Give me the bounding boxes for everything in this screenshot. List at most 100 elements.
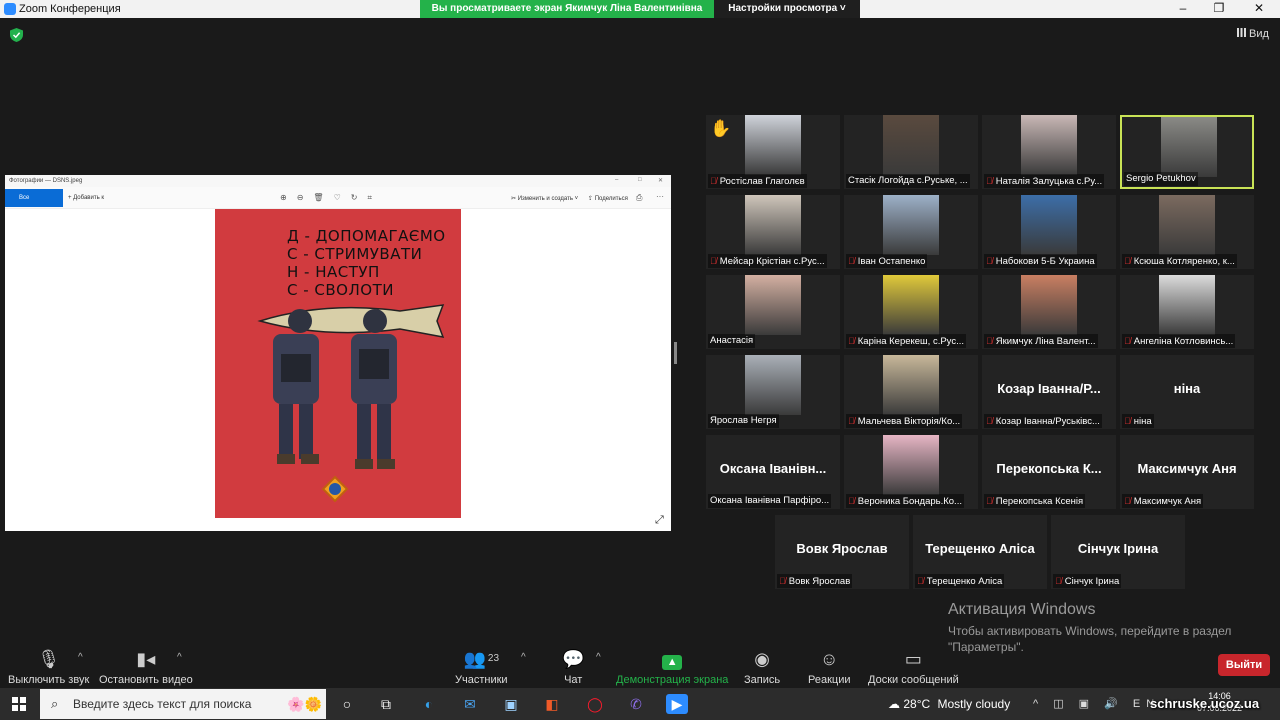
- participant-tile[interactable]: Козар Іванна/Р... 🎙̸ Козар Іванна/Руськівс…: [982, 355, 1116, 429]
- muted-mic-icon: 🎙̸: [986, 416, 993, 426]
- participant-video: [1021, 275, 1077, 335]
- temperature: 28°C: [903, 697, 931, 711]
- participant-name-bar: 🎙̸ Ангеліна Котловинсь...: [1122, 334, 1236, 348]
- cortana-icon[interactable]: ○: [336, 694, 358, 714]
- system-tray-icons[interactable]: ^ ◫ ▣ 🔊 EN: [1033, 697, 1160, 710]
- chat-options-caret[interactable]: ^: [596, 652, 601, 663]
- participant-tile[interactable]: 🎙̸ Ангеліна Котловинсь...: [1120, 275, 1254, 349]
- muted-mic-icon: 🎙̸: [710, 176, 717, 186]
- more-icon: ···: [656, 192, 664, 201]
- participant-tile[interactable]: Сінчук Ірина 🎙̸ Сінчук Ірина: [1051, 515, 1185, 589]
- participant-name: Ростіслав Глаголєв: [719, 176, 805, 187]
- participant-name: ніна: [1133, 416, 1152, 427]
- participant-name: Вероника Бондарь.Ко...: [857, 496, 962, 507]
- share-screen-button[interactable]: ▲ Демонстрация экрана: [616, 648, 728, 686]
- viber-icon[interactable]: ✆: [625, 694, 647, 714]
- shield-icon[interactable]: [10, 28, 23, 42]
- participant-name-bar: 🎙̸ Ростіслав Глаголєв: [708, 174, 807, 188]
- participant-name-bar: 🎙̸ Набокови 5-Б Украина: [984, 254, 1097, 268]
- participant-tile[interactable]: Ярослав Негря: [706, 355, 840, 429]
- activation-title: Активация Windows: [948, 601, 1096, 618]
- leave-button[interactable]: Выйти: [1218, 654, 1270, 676]
- participant-tile[interactable]: 🎙̸ Набокови 5-Б Украина: [982, 195, 1116, 269]
- video-options-caret[interactable]: ^: [177, 652, 182, 663]
- office-icon[interactable]: ◧: [541, 694, 563, 714]
- participant-tile[interactable]: 🎙̸ Вероника Бондарь.Ко...: [844, 435, 978, 509]
- participant-name: Ангеліна Котловинсь...: [1133, 336, 1234, 347]
- rescuers-illustration: [257, 304, 445, 503]
- zoom-taskbar-icon[interactable]: ▶: [666, 694, 688, 714]
- participants-icon: 👥 23: [463, 649, 500, 669]
- share-photo-label: Поделиться: [594, 196, 628, 202]
- participant-tile[interactable]: ніна 🎙̸ ніна: [1120, 355, 1254, 429]
- mail-icon[interactable]: ✉: [459, 694, 481, 714]
- participant-tile[interactable]: 🎙̸ Якимчук Ліна Валент...: [982, 275, 1116, 349]
- participant-tile[interactable]: Оксана Іванівн... Оксана Іванівна Парфіро…: [706, 435, 840, 509]
- participant-tile[interactable]: 🎙̸ Іван Остапенко: [844, 195, 978, 269]
- whiteboards-button[interactable]: ▭ Доски сообщений: [868, 648, 959, 686]
- participant-name: Sergio Petukhov: [1126, 173, 1196, 184]
- store-icon[interactable]: ▣: [500, 694, 522, 714]
- panel-resize-handle[interactable]: [674, 342, 677, 364]
- shared-screen[interactable]: Фотографии — DSNS.jpeg – □ ✕ Все фотогра…: [5, 175, 671, 531]
- participant-video: [745, 275, 801, 335]
- taskbar-search-box[interactable]: ⌕ Введите здесь текст для поиска 🌸🌼: [40, 689, 326, 719]
- search-placeholder: Введите здесь текст для поиска: [73, 697, 252, 711]
- participant-tile[interactable]: Перекопська К... 🎙̸ Перекопська Ксенія: [982, 435, 1116, 509]
- maximize-button[interactable]: ❐: [1204, 1, 1234, 15]
- participant-tile[interactable]: Максимчук Аня 🎙̸ Максимчук Аня: [1120, 435, 1254, 509]
- minimize-button[interactable]: –: [1168, 1, 1198, 15]
- weather-widget[interactable]: ☁ 28°C Mostly cloudy: [888, 697, 1010, 711]
- participant-tile[interactable]: Стасік Логойда с.Руське, ...: [844, 115, 978, 189]
- view-options-button[interactable]: Настройки просмотра ˅: [714, 0, 860, 18]
- site-watermark: schruske.ucoz.ua: [1150, 696, 1260, 711]
- participant-name-bar: 🎙̸ Мейсар Крістіан с.Рус...: [708, 254, 827, 268]
- participant-name-bar: Стасік Логойда с.Руське, ...: [846, 174, 970, 188]
- edge-icon[interactable]: ◐: [418, 694, 440, 714]
- participant-name: Оксана Іванівна Парфіро...: [710, 495, 830, 506]
- participant-tile[interactable]: 🎙̸ Наталія Залуцька с.Ру...: [982, 115, 1116, 189]
- task-view-icon[interactable]: ⧉: [375, 694, 397, 714]
- record-button[interactable]: ◉ Запись: [744, 648, 780, 686]
- reactions-button[interactable]: ☺ Реакции: [808, 648, 851, 686]
- zoom-logo-icon: [4, 3, 16, 15]
- participant-name-bar: 🎙̸ Мальчева Вікторія/Ко...: [846, 414, 963, 428]
- participant-name-bar: 🎙̸ Козар Іванна/Руськівс...: [984, 414, 1102, 428]
- participant-name: Максимчук Аня: [1133, 496, 1202, 507]
- participants-button[interactable]: 👥 23 Участники: [455, 648, 508, 686]
- participant-video: [1161, 117, 1217, 177]
- participant-tile[interactable]: Вовк Ярослав 🎙̸ Вовк Ярослав: [775, 515, 909, 589]
- participant-tile[interactable]: Sergio Petukhov: [1120, 115, 1254, 189]
- raised-hand-icon: ✋: [710, 119, 732, 138]
- audio-options-caret[interactable]: ^: [78, 652, 83, 663]
- participant-tile[interactable]: ✋ 🎙̸ Ростіслав Глаголєв: [706, 115, 840, 189]
- participant-name-large: Вовк Ярослав: [796, 541, 888, 556]
- windows-start-icon[interactable]: [12, 697, 26, 711]
- participant-tile[interactable]: 🎙̸ Каріна Керекеш, с.Рус...: [844, 275, 978, 349]
- participant-name: Ксюша Котляренко, к...: [1133, 256, 1235, 267]
- participant-tile[interactable]: Терещенко Аліса 🎙̸ Терещенко Аліса: [913, 515, 1047, 589]
- participant-tile[interactable]: Анастасія: [706, 275, 840, 349]
- participant-video: [883, 355, 939, 415]
- participant-video: [883, 275, 939, 335]
- participant-tile[interactable]: 🎙̸ Ксюша Котляренко, к...: [1120, 195, 1254, 269]
- opera-icon[interactable]: ◯: [584, 694, 606, 714]
- record-label: Запись: [744, 674, 781, 686]
- participant-name: Наталія Залуцька с.Ру...: [995, 176, 1103, 187]
- reactions-label: Реакции: [808, 674, 851, 686]
- poster-image: Д - ДОПОМАГАЄМО С - СТРИМУВАТИ Н - НАСТУ…: [215, 209, 461, 518]
- chat-button[interactable]: 💬 Чат: [562, 648, 584, 686]
- participant-video: [745, 115, 801, 175]
- participant-tile[interactable]: 🎙̸ Мейсар Крістіан с.Рус...: [706, 195, 840, 269]
- participant-tile[interactable]: 🎙̸ Мальчева Вікторія/Ко...: [844, 355, 978, 429]
- activation-line: "Параметры".: [948, 640, 1024, 654]
- participant-name: Каріна Керекеш, с.Рус...: [857, 336, 964, 347]
- participant-name-bar: 🎙̸ Вовк Ярослав: [777, 574, 853, 588]
- view-button[interactable]: Вид: [1237, 28, 1269, 40]
- stop-video-label: Остановить видео: [99, 674, 193, 686]
- participant-name: Козар Іванна/Руськівс...: [995, 416, 1100, 427]
- close-button[interactable]: ✕: [1244, 1, 1274, 15]
- participants-options-caret[interactable]: ^: [521, 652, 526, 663]
- participant-name-large: Оксана Іванівн...: [719, 461, 827, 476]
- photos-minimize-icon: –: [615, 177, 619, 183]
